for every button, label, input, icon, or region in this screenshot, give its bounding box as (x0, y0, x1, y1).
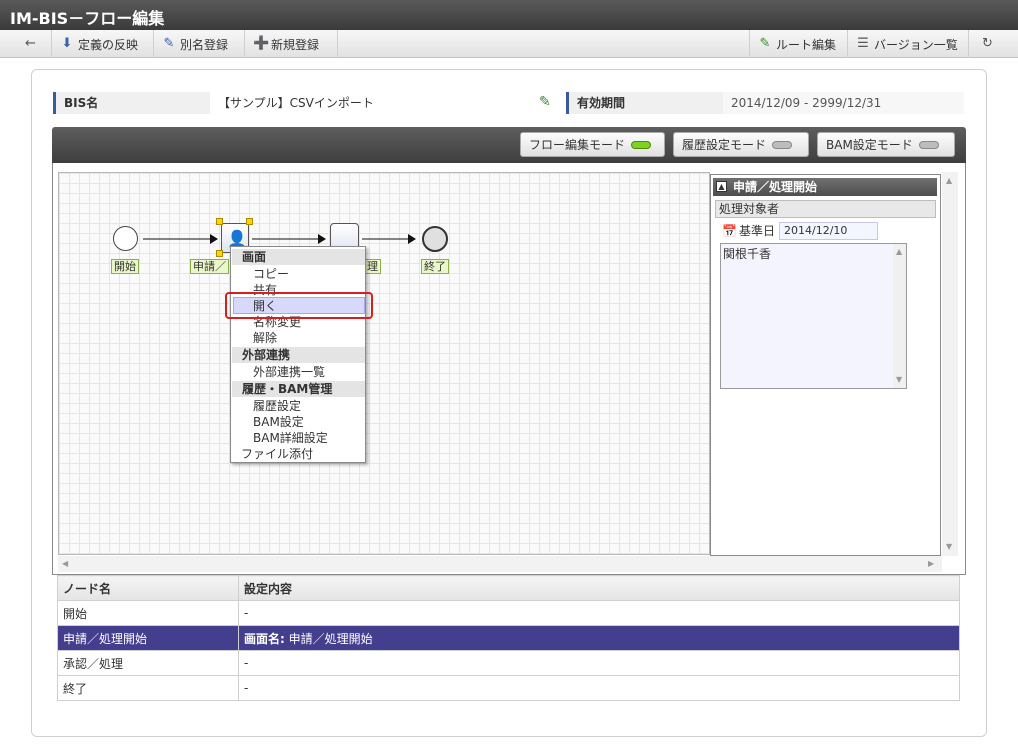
approve-node-label: 理 (364, 259, 381, 274)
menu-item-external-list[interactable]: 外部連携一覧 (253, 364, 325, 380)
resize-handle[interactable] (216, 250, 223, 257)
base-date-field[interactable]: 2014/12/10 (779, 222, 878, 240)
cell-setting: - (238, 650, 960, 676)
edge-arrowhead (318, 234, 326, 244)
property-panel-title: 申請／処理開始 (713, 178, 937, 196)
apply-node-label: 申請／ (190, 259, 229, 274)
cell-setting: - (238, 600, 960, 626)
setting-key: 画面名: (244, 631, 285, 646)
calendar-icon[interactable]: 📅 (722, 222, 737, 240)
cell-node-name: 承認／処理 (57, 650, 239, 676)
menu-item-attach-file[interactable]: ファイル添付 (241, 446, 313, 462)
column-settings: 設定内容 (238, 575, 960, 601)
collapse-icon[interactable]: ▲ (716, 181, 727, 192)
base-date-label: 基準日 (738, 224, 775, 238)
node-settings-table: ノード名 設定内容 開始 - 申請／処理開始 画面名: 申請／処理開始 承認／処… (57, 575, 960, 701)
setting-value: 申請／処理開始 (288, 631, 373, 646)
edge-arrowhead (408, 234, 416, 244)
table-row[interactable]: 終了 - (57, 675, 960, 701)
scroll-down-icon[interactable]: ▼ (896, 375, 902, 384)
table-row[interactable]: 開始 - (57, 600, 960, 626)
menu-item-history-settings[interactable]: 履歴設定 (253, 398, 301, 414)
highlight-box (225, 292, 373, 319)
context-section-screen: 画面 (232, 249, 365, 265)
cell-node-name: 申請／処理開始 (57, 625, 239, 651)
menu-item-release[interactable]: 解除 (253, 330, 277, 346)
property-panel-subtitle: 処理対象者 (715, 200, 936, 218)
context-menu: 画面 コピー 共有 開く 名称変更 解除 外部連携 外部連携一覧 履歴・BAM管… (230, 246, 366, 463)
end-node-label: 終了 (421, 259, 449, 274)
resize-handle[interactable] (216, 218, 223, 225)
scroll-up-icon[interactable]: ▲ (896, 247, 902, 256)
start-node-label: 開始 (111, 259, 139, 274)
property-panel-scrollbar[interactable] (943, 176, 957, 556)
context-section-history-bam: 履歴・BAM管理 (232, 381, 365, 397)
table-row-selected[interactable]: 申請／処理開始 画面名: 申請／処理開始 (57, 625, 960, 651)
base-date-label-wrap: 📅 基準日 (722, 222, 775, 240)
menu-item-copy[interactable]: コピー (253, 266, 289, 282)
menu-item-bam-detail-settings[interactable]: BAM詳細設定 (253, 430, 328, 446)
list-scrollbar[interactable]: ▲ ▼ (893, 244, 906, 388)
edge-arrowhead (210, 234, 218, 244)
start-node[interactable] (113, 226, 138, 251)
table-row[interactable]: 承認／処理 - (57, 650, 960, 676)
cell-setting: - (238, 675, 960, 701)
cell-setting: 画面名: 申請／処理開始 (238, 625, 960, 651)
column-node-name: ノード名 (57, 575, 239, 601)
cell-node-name: 開始 (57, 600, 239, 626)
list-item[interactable]: 関根千香 (723, 245, 904, 262)
menu-item-bam-settings[interactable]: BAM設定 (253, 414, 304, 430)
context-section-external: 外部連携 (232, 347, 365, 363)
resize-handle[interactable] (246, 218, 253, 225)
cell-node-name: 終了 (57, 675, 239, 701)
target-user-list[interactable]: 関根千香 ▲ ▼ (720, 243, 907, 389)
table-header-row: ノード名 設定内容 (57, 575, 960, 601)
end-node[interactable] (422, 226, 448, 252)
